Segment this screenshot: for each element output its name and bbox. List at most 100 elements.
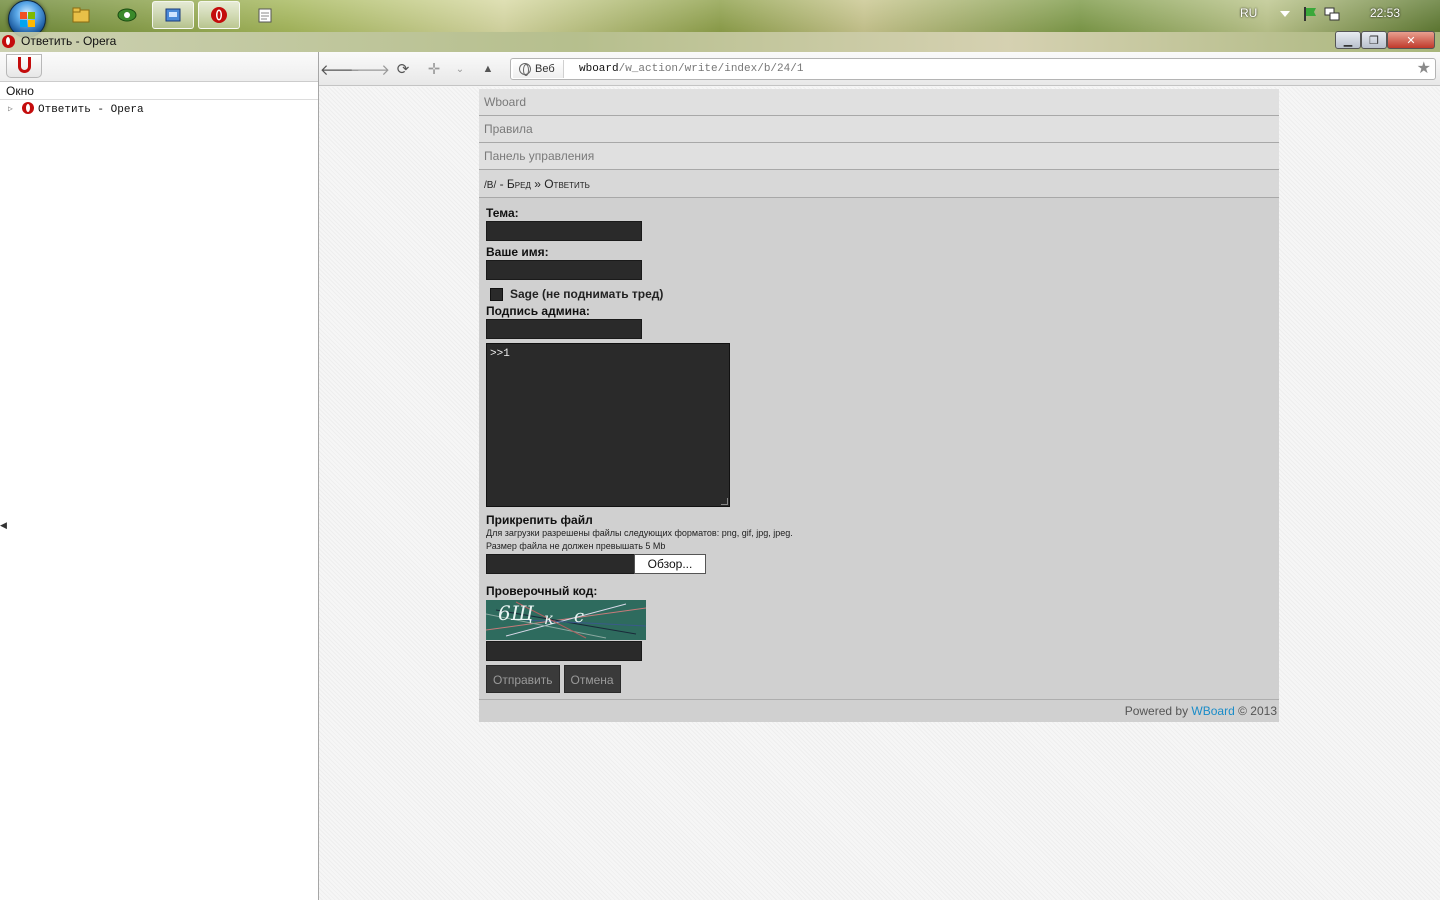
board-container: Wboard Правила Панель управления /B/ - Б… <box>479 89 1279 722</box>
browser-toolbar: 🡐 🡒 ⟳ ✛ ⌄ ▲ Веб wboard/w_action/write/in… <box>319 52 1440 86</box>
up-arrow-icon: ▲ <box>482 63 494 75</box>
back-button[interactable]: 🡐 <box>320 59 360 79</box>
captcha-image: 6Щ ĸ c <box>486 600 646 640</box>
sage-checkbox[interactable] <box>490 288 503 301</box>
attach-label: Прикрепить файл <box>486 513 593 527</box>
restore-button[interactable]: ❐ <box>1361 31 1387 49</box>
notepad-icon <box>258 8 272 23</box>
svg-text:c: c <box>574 606 584 627</box>
footer-powered: Powered by <box>1124 704 1189 718</box>
tray-expand-icon[interactable] <box>1280 11 1290 17</box>
menu-item-wboard[interactable]: Wboard <box>479 89 1279 116</box>
opera-window-icon <box>2 35 15 48</box>
form-actions: Отправить Отмена <box>486 665 1272 693</box>
message-text: >>1 <box>490 348 510 360</box>
browse-button[interactable]: Обзор... <box>634 554 706 574</box>
windows-panel: Окно ▷ Ответить - Opera ◀ <box>0 52 319 900</box>
taskbar: RU 22:53 <box>0 0 1440 38</box>
reload-button[interactable]: ⟳ <box>393 59 413 79</box>
subject-label: Тема: <box>486 206 519 220</box>
name-input[interactable] <box>486 260 642 280</box>
breadcrumb-arrow: » <box>530 177 545 191</box>
sage-label: Sage (не поднимать тред) <box>510 287 664 301</box>
opera-menu-button[interactable] <box>6 54 42 78</box>
speed-dial-add-button[interactable]: ✛ <box>424 59 444 79</box>
window-tree-item[interactable]: ▷ Ответить - Opera <box>0 100 318 120</box>
window-titlebar: Ответить - Opera <box>0 32 1440 52</box>
panel-top-bar <box>0 52 318 82</box>
footer-wboard-link[interactable]: WBoard <box>1191 704 1234 718</box>
taskbar-window-button[interactable] <box>152 1 194 29</box>
restore-icon: ❐ <box>1369 34 1379 47</box>
opera-tab-icon <box>22 102 34 114</box>
footer-year: © 2013 <box>1238 704 1277 718</box>
attach-size-note: Размер файла не должен превышать 5 Mb <box>486 541 666 551</box>
submit-button[interactable]: Отправить <box>486 665 560 693</box>
up-button[interactable]: ▲ <box>478 59 498 79</box>
forward-arrow-icon: 🡒 <box>349 61 391 79</box>
file-upload-row: Обзор... <box>486 554 1272 575</box>
network-icon[interactable] <box>1324 6 1340 22</box>
breadcrumb-separator: - <box>496 177 507 191</box>
file-path-input[interactable] <box>486 554 636 574</box>
taskbar-opera-button[interactable] <box>198 1 240 29</box>
admin-signature-input[interactable] <box>486 319 642 339</box>
name-label: Ваше имя: <box>486 245 549 259</box>
taskbar-explorer-button[interactable] <box>60 1 102 29</box>
url-host: wboard <box>579 63 619 75</box>
admin-signature-label: Подпись админа: <box>486 304 590 318</box>
captcha-input[interactable] <box>486 641 642 661</box>
reply-form: Тема: Ваше имя: Sage (не поднимать тред)… <box>479 198 1279 699</box>
panel-collapse-icon[interactable]: ◀ <box>0 520 7 531</box>
web-badge-label: Веб <box>535 63 555 75</box>
captcha-noise: 6Щ ĸ c <box>486 601 646 639</box>
history-dropdown-button[interactable]: ⌄ <box>450 59 470 79</box>
expand-arrow-icon[interactable]: ▷ <box>8 100 13 120</box>
url-path: /w_action/write/index/b/24/1 <box>618 63 804 75</box>
app-eye-icon <box>117 8 137 22</box>
panel-header: Окно <box>0 82 318 100</box>
page-viewport: Wboard Правила Панель управления /B/ - Б… <box>319 87 1440 900</box>
opera-logo-icon <box>18 57 31 73</box>
taskbar-app-button[interactable] <box>106 1 148 29</box>
breadcrumb-board-name[interactable]: Бред <box>507 177 531 191</box>
address-bar[interactable]: Веб wboard/w_action/write/index/b/24/1 ★ <box>510 58 1436 80</box>
subject-input[interactable] <box>486 221 642 241</box>
menu-item-rules[interactable]: Правила <box>479 116 1279 143</box>
window-icon <box>165 8 181 22</box>
breadcrumb-action: Ответить <box>544 177 590 191</box>
folder-icon <box>72 7 90 23</box>
menu-item-control-panel[interactable]: Панель управления <box>479 143 1279 170</box>
system-tray: RU 22:53 <box>1230 0 1440 32</box>
plus-icon: ✛ <box>427 61 441 78</box>
resize-grip-icon[interactable] <box>721 498 728 505</box>
message-textarea[interactable]: >>1 <box>486 343 730 507</box>
forward-button[interactable]: 🡒 <box>350 59 390 79</box>
taskbar-notepad-button[interactable] <box>244 1 286 29</box>
close-icon: ✕ <box>1406 34 1416 47</box>
breadcrumb-board-code[interactable]: /B/ <box>484 180 496 191</box>
window-title: Ответить - Opera <box>21 34 117 48</box>
clock[interactable]: 22:53 <box>1370 6 1400 20</box>
bookmark-star-icon[interactable]: ★ <box>1417 59 1431 79</box>
captcha-label: Проверочный код: <box>486 584 598 598</box>
address-url[interactable]: wboard/w_action/write/index/b/24/1 <box>579 61 803 77</box>
language-indicator[interactable]: RU <box>1240 6 1257 20</box>
cancel-button[interactable]: Отмена <box>563 665 621 693</box>
action-center-flag-icon[interactable] <box>1302 6 1318 22</box>
svg-text:6Щ: 6Щ <box>498 601 535 625</box>
breadcrumb: /B/ - Бред » Ответить <box>479 170 1279 198</box>
chevron-down-icon: ⌄ <box>455 63 465 75</box>
sage-option: Sage (не поднимать тред) <box>486 284 1272 304</box>
footer: Powered by WBoard © 2013 <box>479 699 1279 722</box>
web-badge[interactable]: Веб <box>513 60 564 78</box>
attach-formats-note: Для загрузки разрешены файлы следующих ф… <box>486 528 793 538</box>
globe-icon <box>519 63 531 76</box>
opera-icon <box>211 7 227 23</box>
minimize-icon: ▁ <box>1343 34 1353 47</box>
close-button[interactable]: ✕ <box>1387 31 1435 49</box>
minimize-button[interactable]: ▁ <box>1335 31 1361 49</box>
reload-icon: ⟳ <box>396 61 410 78</box>
windows-logo-icon <box>20 12 36 28</box>
svg-text:ĸ: ĸ <box>544 609 554 628</box>
